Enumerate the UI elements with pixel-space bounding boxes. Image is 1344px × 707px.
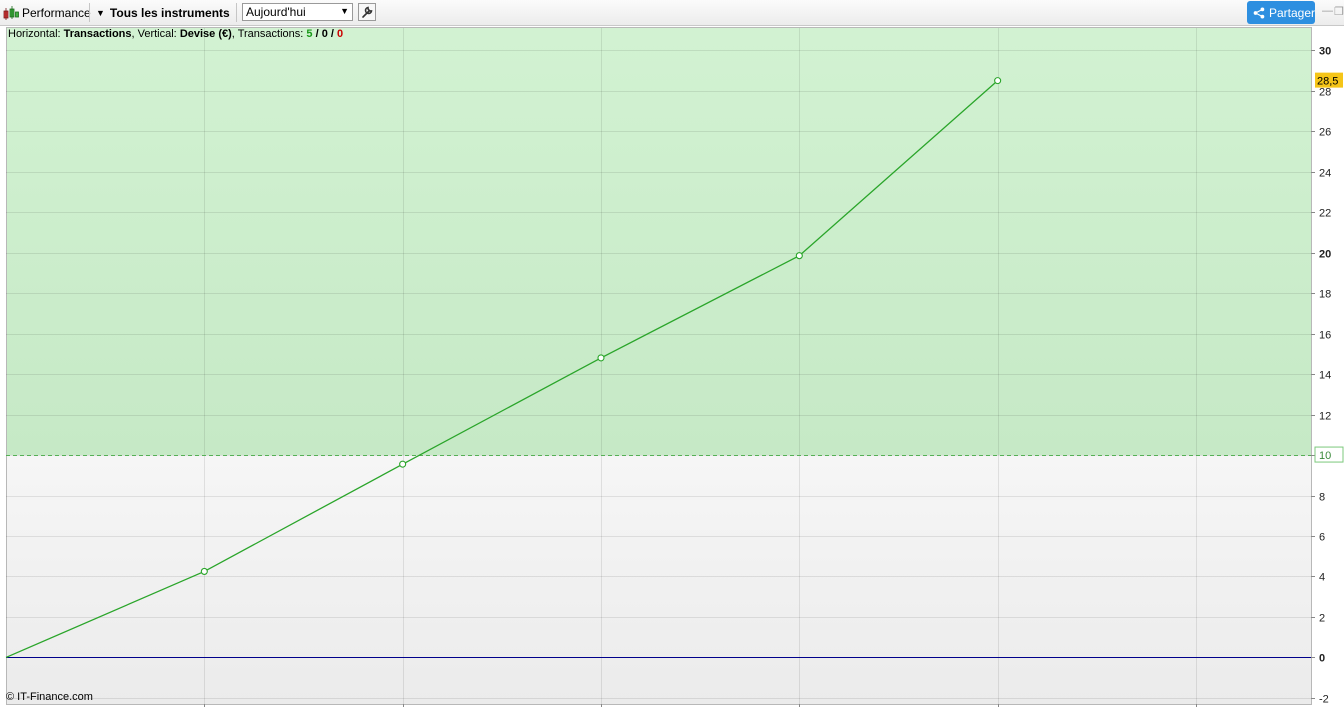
- data-point: [200, 567, 208, 575]
- y-tick-label: 0: [1319, 653, 1325, 665]
- share-button[interactable]: Partager: [1247, 1, 1315, 24]
- chart-info: Horizontal: Transactions, Vertical: Devi…: [8, 28, 343, 40]
- wrench-icon: [362, 6, 373, 18]
- period-select[interactable]: Aujourd'hui ▼: [242, 3, 353, 21]
- y-tick-label: 4: [1319, 572, 1325, 584]
- neutral-zone: [6, 455, 1311, 704]
- y-tick-label: 20: [1319, 249, 1331, 261]
- transactions-label: , Transactions:: [231, 28, 304, 40]
- y-tick-label: 6: [1319, 532, 1325, 544]
- data-point: [399, 460, 407, 468]
- threshold-label: 10: [1319, 450, 1331, 462]
- y-tick-label: 8: [1319, 492, 1325, 504]
- transactions-separator: /: [312, 28, 322, 40]
- data-point: [994, 77, 1002, 85]
- performance-label[interactable]: Performance: [22, 0, 91, 25]
- restore-icon[interactable]: ❐: [1334, 5, 1344, 18]
- y-tick-label: 26: [1319, 127, 1331, 139]
- minimize-icon[interactable]: —: [1322, 5, 1333, 17]
- profit-zone: [6, 28, 1311, 456]
- y-tick-label: 12: [1319, 411, 1331, 423]
- instruments-label: Tous les instruments: [109, 5, 230, 20]
- vertical-value: Devise (€): [179, 28, 232, 40]
- caret-down-icon: ▼: [96, 7, 105, 18]
- y-tick-label: 16: [1319, 330, 1331, 342]
- y-tick-label: 2: [1319, 613, 1325, 625]
- y-tick-label: 18: [1319, 289, 1331, 301]
- y-tick-label: 30: [1319, 46, 1331, 58]
- y-tick-label: 22: [1319, 208, 1331, 220]
- horizontal-label: Horizontal:: [8, 28, 61, 40]
- copyright: © IT-Finance.com: [6, 691, 93, 703]
- data-point: [795, 252, 803, 260]
- share-icon: [1253, 7, 1265, 18]
- instruments-dropdown[interactable]: ▼ Tous les instruments: [96, 0, 230, 25]
- y-tick-label: -2: [1319, 694, 1329, 706]
- toolbar: Performance ▼ Tous les instruments Aujou…: [0, 0, 1344, 26]
- period-value: Aujourd'hui: [246, 5, 306, 19]
- toolbar-divider: [89, 3, 90, 22]
- toolbar-divider: [236, 3, 237, 22]
- y-tick-label: 14: [1319, 370, 1331, 382]
- y-tick-label: 24: [1319, 168, 1331, 180]
- transactions-loss-count: 0: [337, 28, 344, 40]
- y-tick-label: 28: [1319, 87, 1331, 99]
- settings-button[interactable]: [358, 3, 376, 21]
- performance-chart[interactable]: -2 0 2 4 6 8 12 14 16 18 20 22 24 26 28 30 10 28,5: [0, 26, 1344, 707]
- data-point: [597, 354, 605, 362]
- chevron-down-icon: ▼: [340, 6, 349, 16]
- transactions-separator: /: [327, 28, 337, 40]
- chart-svg: -202468121416182022242628301028,5: [5, 26, 1344, 707]
- vertical-label: , Vertical:: [131, 28, 177, 40]
- horizontal-value: Transactions: [63, 28, 132, 40]
- candlestick-icon: [3, 0, 19, 25]
- share-label: Partager: [1268, 5, 1315, 20]
- last-value-label: 28,5: [1317, 76, 1338, 88]
